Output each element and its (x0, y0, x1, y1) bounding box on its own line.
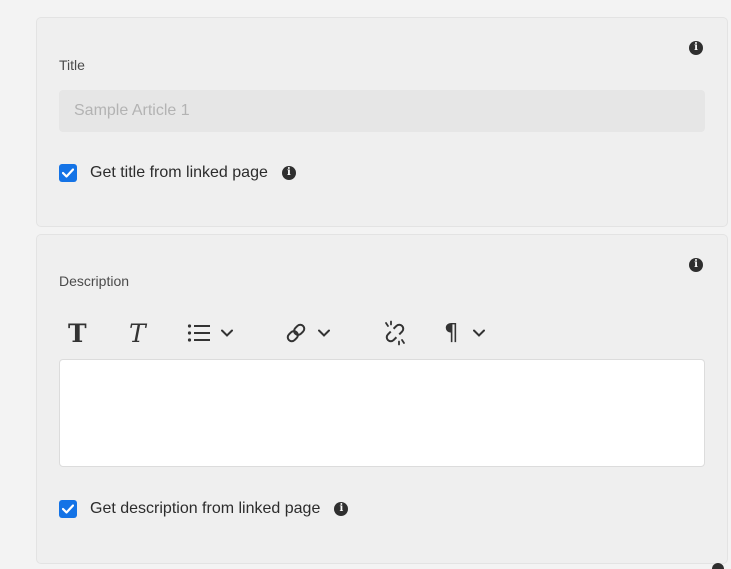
title-checkbox-row[interactable]: Get title from linked page i (59, 163, 296, 183)
description-info-icon[interactable]: i (689, 258, 703, 272)
description-panel: i Description T T ¶ Get description from… (36, 234, 728, 564)
paragraph-dropdown-button[interactable]: ¶ (444, 315, 485, 351)
checkmark-icon (62, 504, 74, 514)
list-dropdown-button[interactable] (187, 315, 233, 351)
info-icon-partial (712, 563, 724, 569)
chevron-down-icon (318, 329, 330, 337)
title-label: Title (59, 57, 85, 73)
chevron-down-icon (221, 329, 233, 337)
unlink-button[interactable] (382, 315, 408, 351)
title-input[interactable]: Sample Article 1 (59, 90, 705, 132)
link-icon (286, 323, 306, 343)
bold-icon[interactable]: T (68, 315, 87, 351)
italic-icon[interactable]: T (129, 315, 146, 351)
description-checkbox[interactable] (59, 500, 77, 518)
title-panel: i Title Sample Article 1 Get title from … (36, 17, 728, 227)
description-checkbox-info-icon[interactable]: i (334, 502, 349, 516)
rich-text-toolbar: T T ¶ (59, 315, 529, 351)
title-checkbox-info-icon[interactable]: i (281, 166, 296, 180)
chevron-down-icon (472, 329, 485, 337)
paragraph-icon: ¶ (444, 320, 459, 346)
description-editor[interactable] (59, 359, 705, 467)
title-checkbox[interactable] (59, 164, 77, 182)
checkmark-icon (62, 168, 74, 178)
title-checkbox-label: Get title from linked page (90, 164, 268, 181)
unlink-icon (385, 320, 405, 346)
link-dropdown-button[interactable] (284, 315, 330, 351)
title-info-icon[interactable]: i (689, 41, 703, 55)
description-checkbox-row[interactable]: Get description from linked page i (59, 499, 349, 519)
description-checkbox-label: Get description from linked page (90, 500, 321, 517)
description-label: Description (59, 273, 130, 289)
list-icon (187, 324, 210, 342)
